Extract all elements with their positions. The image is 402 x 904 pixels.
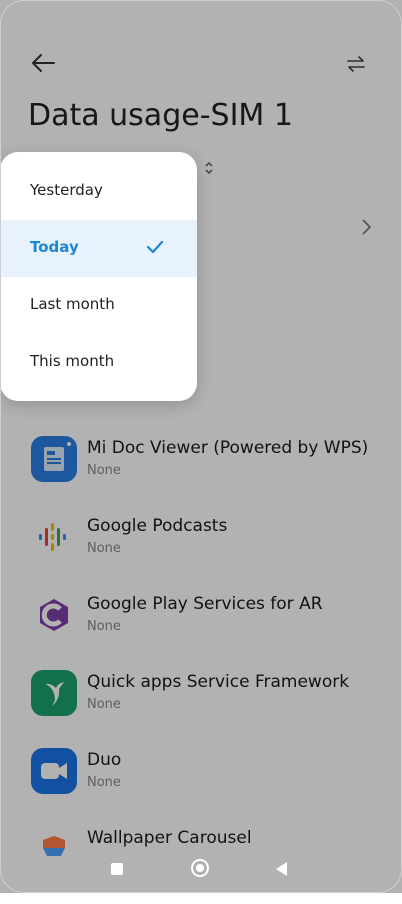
dropdown-option-this-month[interactable]: This month: [0, 334, 197, 391]
dim-overlay[interactable]: [0, 0, 402, 893]
option-label: Yesterday: [30, 181, 103, 199]
dropdown-option-today[interactable]: Today: [0, 220, 197, 277]
period-dropdown: Yesterday Today Last month This month: [0, 152, 197, 401]
screen: 10:00 100 Data usage-SIM 1 B ots: [0, 0, 402, 893]
checkmark-icon: [146, 240, 164, 254]
back-icon[interactable]: [276, 862, 287, 876]
recents-icon[interactable]: [111, 863, 123, 875]
option-label: Last month: [30, 295, 115, 313]
navigation-bar: [0, 845, 402, 893]
home-icon[interactable]: [191, 859, 209, 877]
option-label: Today: [30, 238, 79, 256]
dropdown-option-last-month[interactable]: Last month: [0, 277, 197, 334]
dropdown-option-yesterday[interactable]: Yesterday: [0, 163, 197, 220]
option-label: This month: [30, 352, 115, 370]
